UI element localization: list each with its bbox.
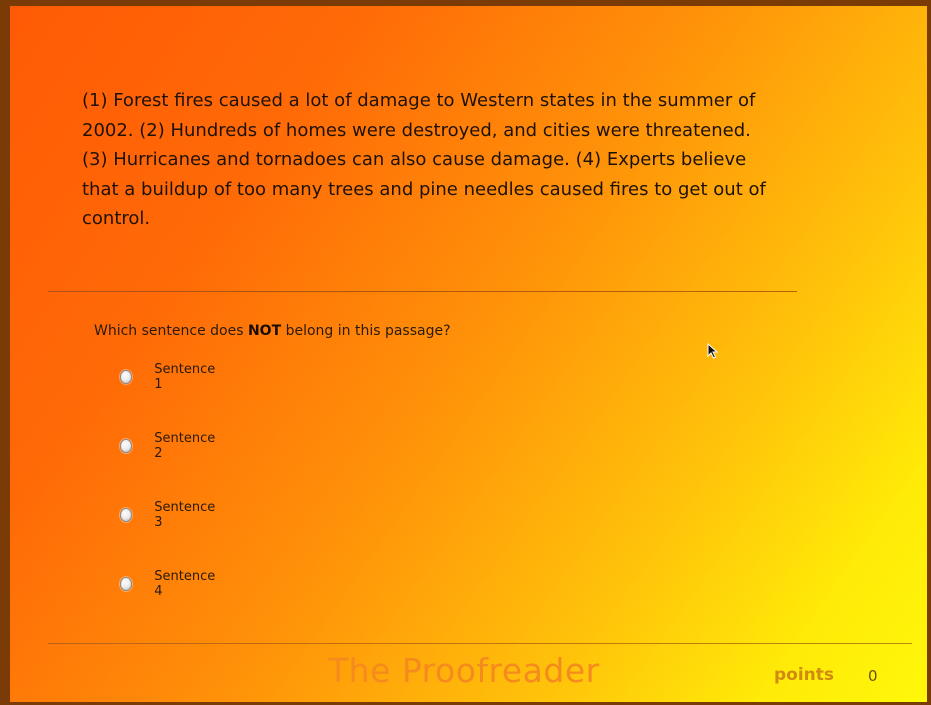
radio-button-icon[interactable] bbox=[120, 508, 133, 522]
option-sentence-4[interactable]: Sentence 4 bbox=[120, 569, 217, 599]
radio-button-icon[interactable] bbox=[120, 439, 133, 453]
question-emphasis: NOT bbox=[247, 323, 282, 339]
passage-text: (1) Forest fires caused a lot of damage … bbox=[82, 90, 766, 229]
option-label[interactable]: Sentence 4 bbox=[154, 569, 217, 599]
arrow-cursor-icon bbox=[707, 343, 719, 359]
option-sentence-2[interactable]: Sentence 2 bbox=[120, 431, 217, 461]
option-label[interactable]: Sentence 2 bbox=[154, 431, 217, 461]
option-label[interactable]: Sentence 3 bbox=[154, 500, 217, 530]
radio-button-icon[interactable] bbox=[120, 370, 133, 384]
points-value: 0 bbox=[868, 667, 878, 685]
option-sentence-1[interactable]: Sentence 1 bbox=[120, 362, 217, 392]
question-text: Which sentence does NOT belong in this p… bbox=[94, 323, 451, 339]
bottom-divider bbox=[48, 643, 912, 644]
option-sentence-3[interactable]: Sentence 3 bbox=[120, 500, 217, 530]
option-label[interactable]: Sentence 1 bbox=[154, 362, 217, 392]
top-divider bbox=[48, 291, 797, 292]
points-label: points bbox=[774, 665, 835, 685]
question-prefix: Which sentence does bbox=[94, 323, 248, 339]
question-suffix: belong in this passage? bbox=[281, 323, 451, 339]
app-title: The Proofreader bbox=[328, 651, 600, 690]
radio-button-icon[interactable] bbox=[120, 577, 133, 591]
quiz-window: (1) Forest fires caused a lot of damage … bbox=[0, 0, 931, 705]
